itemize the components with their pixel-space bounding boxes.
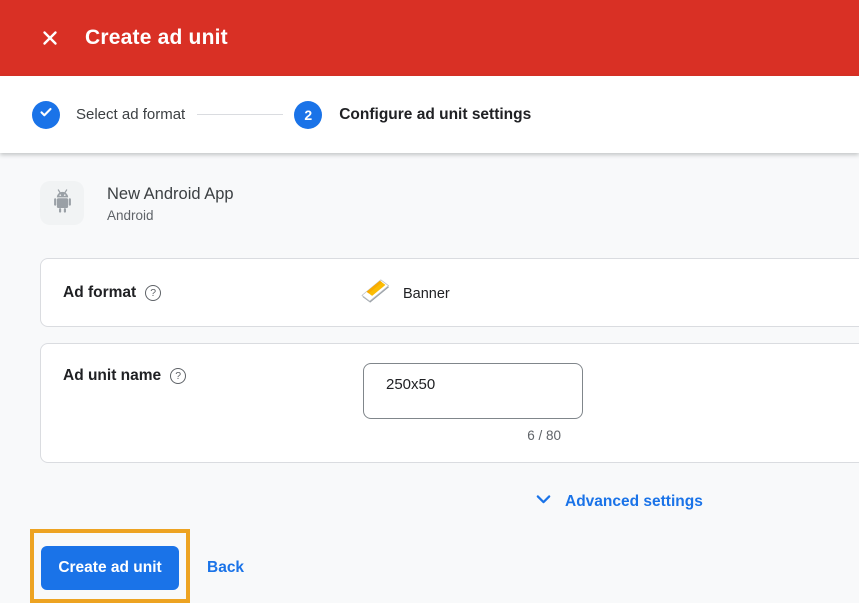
help-icon[interactable]: ? (170, 368, 186, 384)
stepper-connector (197, 114, 283, 115)
step-2-number: 2 (304, 107, 312, 123)
ad-format-card: Ad format ? Banner (40, 258, 859, 327)
step-2-label: Configure ad unit settings (339, 106, 531, 124)
create-ad-unit-button[interactable]: Create ad unit (41, 546, 179, 590)
ad-format-label-row: Ad format ? (63, 284, 161, 302)
char-counter: 6 / 80 (363, 428, 561, 443)
dialog-header: Create ad unit (0, 0, 859, 76)
app-platform: Android (107, 208, 154, 223)
ad-format-value: Banner (359, 259, 450, 328)
ad-unit-name-label-row: Ad unit name ? (63, 367, 186, 385)
ad-format-label: Ad format (63, 284, 136, 302)
checkmark-icon (37, 103, 55, 126)
app-icon (40, 181, 84, 225)
stepper: Select ad format 2 Configure ad unit set… (0, 76, 859, 153)
help-icon[interactable]: ? (145, 285, 161, 301)
android-robot-icon (49, 187, 76, 220)
app-name: New Android App (107, 185, 234, 204)
back-link[interactable]: Back (207, 546, 244, 590)
banner-ad-icon (359, 277, 392, 311)
close-icon[interactable] (38, 26, 62, 50)
content-area: New Android App Android Ad format ? Bann… (0, 153, 859, 603)
dialog-title: Create ad unit (85, 26, 228, 50)
chevron-down-icon (533, 489, 554, 515)
advanced-settings-toggle[interactable]: Advanced settings (533, 489, 703, 515)
ad-unit-name-label: Ad unit name (63, 367, 161, 385)
ad-unit-name-card: Ad unit name ? 6 / 80 (40, 343, 859, 463)
ad-format-value-text: Banner (403, 286, 450, 302)
step-1-label: Select ad format (76, 106, 185, 123)
step-2-circle[interactable]: 2 (294, 101, 322, 129)
advanced-settings-label: Advanced settings (565, 493, 703, 511)
step-1-completed-circle[interactable] (32, 101, 60, 129)
ad-unit-name-input[interactable] (363, 363, 583, 419)
